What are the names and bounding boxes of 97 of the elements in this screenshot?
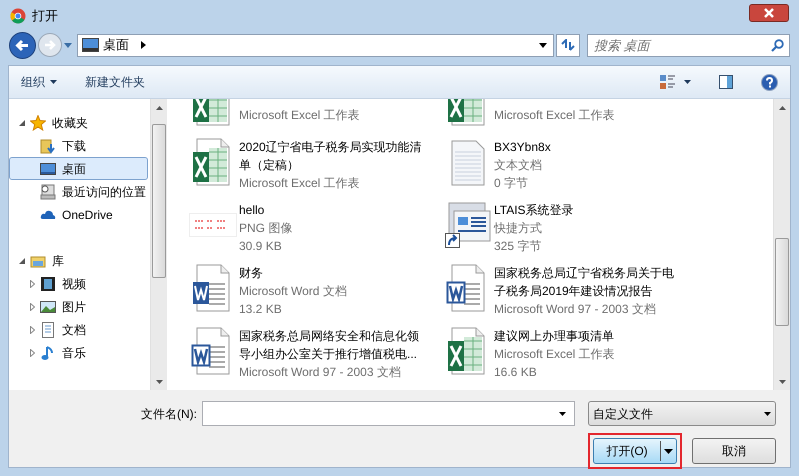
file-detail: Microsoft Word 97 - 2003 文档 [494, 301, 657, 318]
file-detail: 13.2 KB [239, 301, 283, 318]
nav-item[interactable]: 视频 [9, 272, 148, 295]
file-detail: Microsoft Excel 工作表 [239, 175, 361, 192]
dropdown-caret-icon [64, 42, 72, 48]
file-name: 财务 [239, 265, 264, 282]
chevron-right-icon [141, 41, 146, 49]
refresh-button[interactable] [556, 34, 580, 56]
nav-item[interactable]: 收藏夹 [9, 111, 148, 134]
desktop-icon [40, 160, 56, 176]
scroll-up-icon [156, 106, 162, 110]
file-item[interactable]: 国家税务总局辽宁省税务局关于电子税务局2019年建设情况报告 Microsoft Word 97 - 2003 文档 [442, 258, 773, 321]
search-icon [771, 38, 784, 52]
file-name: LTAIS系统登录 [494, 202, 575, 219]
address-bar[interactable]: 桌面 [77, 34, 554, 56]
file-name: 2020辽宁省电子税务局实现功能清单（定稿） [239, 139, 423, 174]
desktop-icon [82, 38, 99, 52]
file-detail: Microsoft Excel 工作表 [239, 107, 361, 124]
file-name: 国家税务总局网络安全和信息化领导小组办公室关于推行增值税电... [239, 328, 420, 363]
filename-label: 文件名(N): [141, 406, 197, 422]
file-detail: PNG 图像 [239, 220, 294, 237]
file-detail: 16.6 KB [494, 364, 538, 381]
file-item[interactable]: LTAIS系统登录 快捷方式 325 字节 [442, 195, 773, 258]
caret-icon [664, 448, 673, 454]
file-item[interactable]: BX3Ybn8x 文本文档 0 字节 [442, 132, 773, 195]
dropdown-caret-icon [764, 412, 771, 416]
nav-item[interactable]: 文档 [9, 318, 148, 341]
help-button[interactable] [761, 74, 778, 90]
nav-item[interactable]: 最近访问的位置 [9, 180, 148, 203]
file-item[interactable]: 2020辽宁省电子税务局实现功能清单（定稿） Microsoft Excel 工作表 [187, 132, 442, 195]
file-item[interactable]: Microsoft Excel 工作表 [187, 99, 442, 132]
expanded-triangle-icon [19, 258, 25, 264]
music-icon [40, 344, 56, 360]
filename-field[interactable] [202, 401, 575, 426]
image-thumbnail-icon [189, 213, 237, 237]
recent-icon [40, 184, 56, 200]
collapsed-triangle-icon [30, 280, 34, 288]
file-item[interactable]: 建议网上办理事项清单 Microsoft Excel 工作表 16.6 KB [442, 321, 773, 384]
download-icon [40, 138, 56, 154]
view-options-button[interactable] [660, 74, 691, 90]
file-type-dropdown[interactable]: 自定义文件 [588, 401, 776, 426]
file-detail: 325 字节 [494, 238, 542, 255]
file-item[interactable]: 国家税务总局网络安全和信息化领导小组办公室关于推行增值税电... Microsoft Word 97 - 2003 文档 [187, 321, 442, 384]
collapsed-triangle-icon [30, 302, 34, 310]
video-icon [40, 276, 56, 292]
dropdown-caret-icon [539, 42, 547, 48]
dropdown-caret-icon [559, 412, 566, 416]
file-scrollbar[interactable] [773, 99, 790, 390]
file-detail: Microsoft Excel 工作表 [494, 346, 616, 363]
collapsed-triangle-icon [30, 326, 34, 334]
document-icon [40, 322, 56, 338]
nav-item[interactable]: 桌面 [9, 157, 148, 180]
expanded-triangle-icon [19, 120, 25, 126]
caret-icon [684, 80, 691, 84]
file-name: hello [239, 202, 266, 219]
close-icon [763, 8, 775, 18]
help-icon [761, 74, 778, 90]
new-folder-button[interactable]: 新建文件夹 [85, 73, 145, 91]
file-detail: Microsoft Excel 工作表 [494, 107, 616, 124]
file-detail: Microsoft Word 97 - 2003 文档 [239, 364, 402, 381]
caret-icon [50, 80, 57, 84]
preview-pane-icon [719, 75, 733, 89]
preview-pane-button[interactable] [719, 75, 733, 89]
address-text: 桌面 [103, 36, 129, 54]
collapsed-triangle-icon [30, 348, 34, 356]
shortcut-icon [444, 201, 492, 249]
scroll-up-icon [778, 106, 786, 110]
nav-item[interactable]: 图片 [9, 295, 148, 318]
file-detail: Microsoft Word 文档 [239, 283, 348, 300]
browser-logo-icon [10, 8, 26, 24]
refresh-arrows-icon [561, 39, 575, 51]
file-item[interactable]: Microsoft Excel 工作表 [442, 99, 773, 132]
picture-icon [40, 298, 56, 314]
search-field[interactable]: 搜索 桌面 [587, 34, 790, 56]
file-detail: 0 字节 [494, 175, 530, 192]
organize-button[interactable]: 组织 [21, 73, 57, 91]
window-title: 打开 [32, 6, 58, 25]
list-view-icon [660, 74, 676, 90]
nav-item[interactable]: OneDrive [9, 203, 148, 226]
file-name: 国家税务总局辽宁省税务局关于电子税务局2019年建设情况报告 [494, 265, 675, 300]
file-item[interactable]: 财务 Microsoft Word 文档 13.2 KB [187, 258, 442, 321]
file-detail: 文本文档 [494, 157, 543, 174]
file-name: BX3Ybn8x [494, 139, 552, 156]
star-icon [30, 114, 46, 130]
file-detail: 30.9 KB [239, 238, 283, 255]
nav-scrollbar[interactable] [150, 99, 167, 390]
scroll-down-icon [778, 380, 786, 384]
file-item[interactable]: hello PNG 图像 30.9 KB [187, 195, 442, 258]
file-name: 建议网上办理事项清单 [494, 328, 615, 345]
nav-item[interactable]: 下载 [9, 134, 148, 157]
open-button[interactable]: 打开(O) [593, 438, 677, 464]
nav-item[interactable]: 音乐 [9, 341, 148, 364]
scroll-down-icon [156, 380, 162, 384]
nav-item[interactable]: 库 [9, 249, 148, 272]
cancel-button[interactable]: 取消 [692, 438, 776, 464]
close-button[interactable] [749, 4, 789, 22]
file-detail: 快捷方式 [494, 220, 543, 237]
